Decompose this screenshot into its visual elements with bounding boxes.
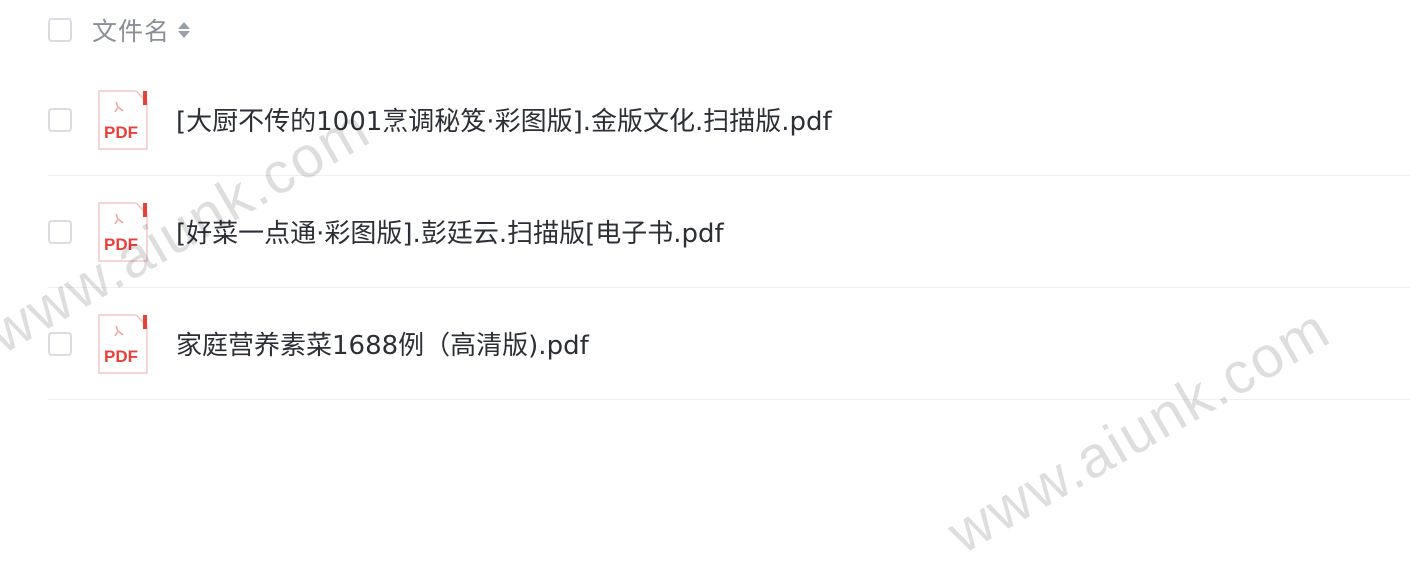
file-row[interactable]: PDF [好菜一点通·彩图版].彭廷云.扫描版[电子书.pdf [48, 176, 1410, 288]
file-name[interactable]: [好菜一点通·彩图版].彭廷云.扫描版[电子书.pdf [176, 213, 724, 250]
file-row[interactable]: PDF [大厨不传的1001烹调秘笈·彩图版].金版文化.扫描版.pdf [48, 64, 1410, 176]
file-checkbox[interactable] [48, 219, 72, 244]
file-name[interactable]: [大厨不传的1001烹调秘笈·彩图版].金版文化.扫描版.pdf [176, 101, 832, 138]
file-name[interactable]: 家庭营养素菜1688例（高清版).pdf [176, 325, 589, 362]
sort-up-icon [178, 22, 191, 29]
pdf-file-icon: PDF [98, 201, 148, 262]
sort-down-icon [178, 31, 191, 38]
file-list: PDF [大厨不传的1001烹调秘笈·彩图版].金版文化.扫描版.pdf PDF… [48, 64, 1410, 400]
pdf-file-icon: PDF [98, 89, 148, 150]
file-list-page: 文件名 PDF [大厨不传的1001烹调秘笈·彩图版].金版文化.扫描版.pdf [0, 0, 1410, 588]
svg-text:PDF: PDF [104, 235, 138, 254]
sort-icon[interactable] [178, 18, 191, 42]
file-row[interactable]: PDF 家庭营养素菜1688例（高清版).pdf [48, 288, 1410, 400]
svg-text:PDF: PDF [104, 123, 138, 142]
svg-text:PDF: PDF [104, 347, 138, 366]
column-header-filename[interactable]: 文件名 [92, 12, 170, 48]
file-checkbox[interactable] [48, 331, 72, 356]
pdf-file-icon: PDF [98, 313, 148, 374]
select-all-checkbox[interactable] [48, 18, 72, 42]
list-header: 文件名 [48, 8, 191, 52]
file-checkbox[interactable] [48, 107, 72, 132]
